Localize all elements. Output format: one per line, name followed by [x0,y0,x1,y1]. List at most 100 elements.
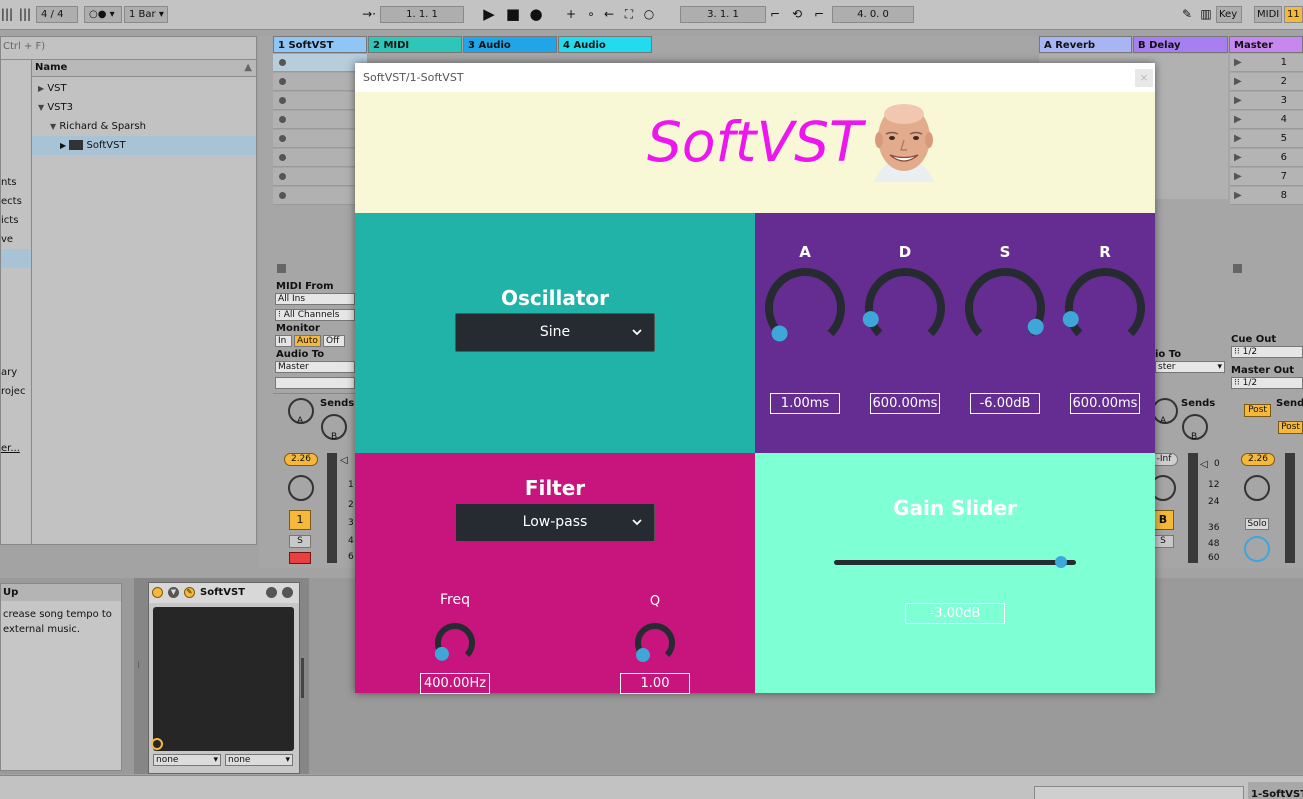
time-signature-field[interactable]: 4 / 4 [36,6,78,23]
master-pan-knob[interactable] [1244,475,1270,501]
sustain-value[interactable]: -6.00dB [970,393,1040,414]
wrench-icon[interactable]: ✎ [184,587,195,598]
clip-stop-icon[interactable] [279,173,286,180]
browser-item-vst[interactable]: ▶ VST [34,79,257,98]
session-record-icon[interactable]: ○ [640,5,658,24]
track-header-2[interactable]: 2 MIDI [368,36,462,53]
scene-launch-6[interactable]: ▶ 6 [1230,149,1303,167]
knob-handle[interactable] [434,646,449,661]
gain-slider[interactable] [834,556,1076,568]
return-audio-to-select[interactable]: ster ▾ [1155,361,1225,373]
master-solo-button[interactable]: Solo [1245,518,1269,530]
midi-channel-select[interactable]: ⁝ All Channels [275,309,355,321]
freq-knob[interactable] [434,623,475,663]
category-item[interactable]: ve [1,230,31,249]
collapse-arrow-icon[interactable]: ▼ [50,122,56,131]
play-icon[interactable]: ▶ [480,5,498,24]
scene-launch-3[interactable]: ▶ 3 [1230,92,1303,110]
expand-arrow-icon[interactable]: ▶ [60,141,66,150]
clip-stop-icon[interactable] [279,192,286,199]
key-map-button[interactable]: Key [1216,6,1242,23]
back-to-arrangement-icon[interactable]: ← [600,5,618,24]
collapse-arrow-icon[interactable]: ▼ [38,103,44,112]
name-column-header[interactable]: Name ▲ [32,60,256,77]
sort-arrow-icon[interactable]: ▲ [244,62,252,73]
knob-handle[interactable] [771,325,788,342]
pan-knob[interactable] [288,475,314,501]
arrangement-position-field[interactable]: 1. 1. 1 [380,6,464,23]
scene-launch-8[interactable]: ▶ 8 [1230,187,1303,205]
attack-value[interactable]: 1.00ms [770,393,840,414]
add-folder-link[interactable]: er... [1,439,31,458]
track-header-3[interactable]: 3 Audio [463,36,557,53]
audio-to-select[interactable]: Master [275,361,355,373]
filter-type-select[interactable]: Low-pass [455,503,655,542]
solo-button[interactable]: S [289,535,311,548]
scene-launch-7[interactable]: ▶ 7 [1230,168,1303,186]
q-value[interactable]: 1.00 [620,673,690,694]
category-item[interactable]: icts [1,211,31,230]
device-param-select-2[interactable]: none ▾ [225,754,293,766]
stop-icon[interactable]: ■ [504,5,522,24]
metronome-toggle[interactable]: ○● ▾ [84,6,122,23]
keyboard-icon[interactable]: ||| [0,5,14,24]
sustain-knob[interactable] [965,268,1045,348]
capture-icon[interactable]: ⛶ [620,5,638,24]
record-icon[interactable]: ● [527,5,545,24]
device-edit-icon[interactable] [266,587,277,598]
knob-handle[interactable] [1027,318,1044,335]
clip-stop-icon[interactable] [279,135,286,142]
draw-mode-icon[interactable]: ✎ [1178,5,1196,24]
clip-slot[interactable] [273,54,367,72]
category-item-selected[interactable] [1,249,31,268]
loop-length-field[interactable]: 4. 0. 0 [832,6,914,23]
track-header-return-b[interactable]: B Delay [1133,36,1228,53]
clip-slot[interactable] [273,187,367,205]
clip-stop-icon[interactable] [279,78,286,85]
audio-to-channel-select[interactable] [275,377,355,389]
device-xy-area[interactable] [151,607,294,751]
post-toggle-2[interactable]: Post [1278,421,1303,434]
category-item[interactable]: ects [1,192,31,211]
loop-switch-icon[interactable]: ⟲ [788,5,806,24]
device-resize-handle[interactable] [301,658,304,698]
master-out-select[interactable]: ⁝⁝ 1/2 [1231,377,1303,389]
cue-out-select[interactable]: ⁝⁝ 1/2 [1231,346,1303,358]
master-volume-value[interactable]: 2.26 [1241,453,1275,466]
browser-item-vst3[interactable]: ▼ VST3 [34,98,257,117]
computer-keyboard-icon[interactable]: ▥ [1197,5,1215,24]
clip-slot[interactable] [273,130,367,148]
return-activator-button[interactable]: B [1152,510,1174,530]
q-knob[interactable] [635,623,675,663]
track-volume-value[interactable]: 2.26 [284,453,318,466]
knob-handle[interactable] [1062,311,1079,328]
attack-knob[interactable] [765,268,845,348]
clip-slot[interactable] [273,149,367,167]
clip-slot[interactable] [273,111,367,129]
arm-button[interactable] [289,552,311,564]
post-toggle-1[interactable]: Post [1244,404,1271,417]
follow-icon[interactable]: →· [360,5,378,24]
scene-launch-2[interactable]: ▶ 2 [1230,73,1303,91]
decay-value[interactable]: 600.00ms [870,393,940,414]
overdub-icon[interactable]: + [562,5,580,24]
gain-slider-thumb[interactable] [1055,556,1068,568]
master-stop-icon[interactable] [1233,264,1242,273]
xy-handle[interactable] [151,738,163,750]
save-preset-icon[interactable] [282,587,293,598]
midi-from-select[interactable]: All Ins [275,293,355,305]
clip-stop-icon[interactable] [279,59,286,66]
stop-all-clips-icon[interactable] [277,264,286,273]
track-header-4[interactable]: 4 Audio [558,36,652,53]
category-item[interactable]: nts [1,173,31,192]
places-item[interactable]: ary [1,363,31,382]
tap-tempo-icon[interactable]: ||| [16,5,34,24]
browser-item-vendor[interactable]: ▼ Richard & Sparsh [34,117,257,136]
punch-out-icon[interactable]: ⌐ [810,5,828,24]
waveform-select[interactable]: Sine [455,313,655,352]
gain-value[interactable]: -3.00dB [905,603,1005,624]
return-solo-button[interactable]: S [1152,535,1174,548]
scene-launch-5[interactable]: ▶ 5 [1230,130,1303,148]
scene-launch-4[interactable]: ▶ 4 [1230,111,1303,129]
monitor-in-button[interactable]: In [275,335,292,347]
